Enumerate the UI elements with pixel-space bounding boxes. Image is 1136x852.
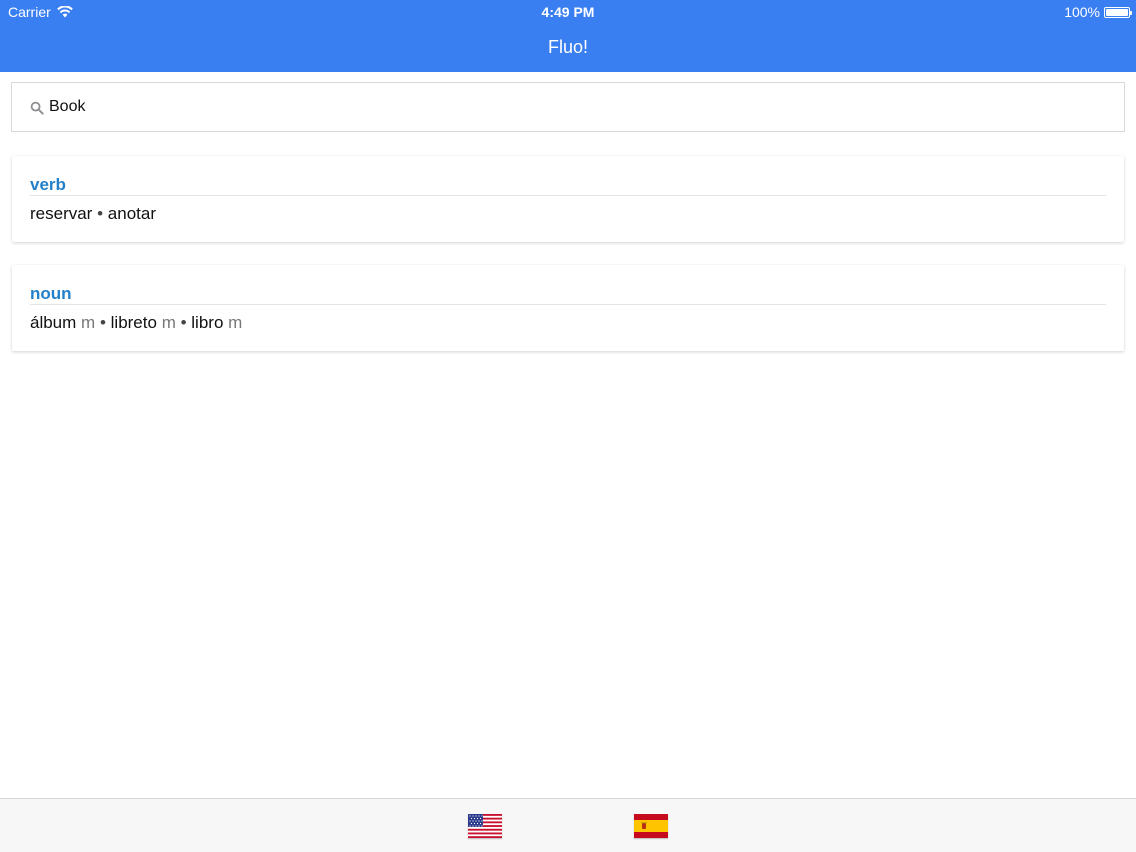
status-bar: Carrier 4:49 PM 100%: [0, 0, 1136, 24]
entry-card-noun[interactable]: noun álbum m • libreto m • libro m: [12, 265, 1124, 351]
translation-word[interactable]: libro: [191, 313, 223, 332]
spain-flag-icon[interactable]: [634, 814, 668, 838]
search-icon: [30, 101, 44, 115]
navigation-bar: Carrier 4:49 PM 100% Fluo!: [0, 0, 1136, 72]
battery-percent: 100%: [1064, 4, 1100, 20]
translation-list: reservar • anotar: [30, 204, 156, 224]
page-title: Fluo!: [547, 37, 589, 57]
separator-dot: •: [97, 204, 104, 223]
separator-dot: •: [99, 313, 106, 332]
language-bar: [0, 798, 1136, 852]
translation-word[interactable]: libreto: [111, 313, 157, 332]
app-screen: Carrier 4:49 PM 100% Fluo! verb r: [0, 0, 1136, 852]
divider: [30, 304, 1106, 305]
translation-list: álbum m • libreto m • libro m: [30, 313, 242, 333]
divider: [30, 195, 1106, 196]
part-of-speech-label: verb: [30, 175, 66, 194]
gender-marker: m: [228, 313, 243, 332]
separator-dot: •: [180, 313, 187, 332]
status-time: 4:49 PM: [541, 4, 595, 20]
translation-word[interactable]: anotar: [108, 204, 156, 223]
gender-marker: m: [161, 313, 176, 332]
entry-card-verb[interactable]: verb reservar • anotar: [12, 156, 1124, 242]
search-bar[interactable]: [11, 82, 1125, 132]
search-input[interactable]: [49, 83, 1109, 131]
part-of-speech-label: noun: [30, 284, 72, 303]
gender-marker: m: [81, 313, 96, 332]
translation-word[interactable]: reservar: [30, 204, 92, 223]
battery-indicator: 100%: [1064, 4, 1132, 20]
battery-icon: [1104, 6, 1132, 18]
us-flag-icon[interactable]: [468, 814, 502, 838]
translation-word[interactable]: álbum: [30, 313, 76, 332]
